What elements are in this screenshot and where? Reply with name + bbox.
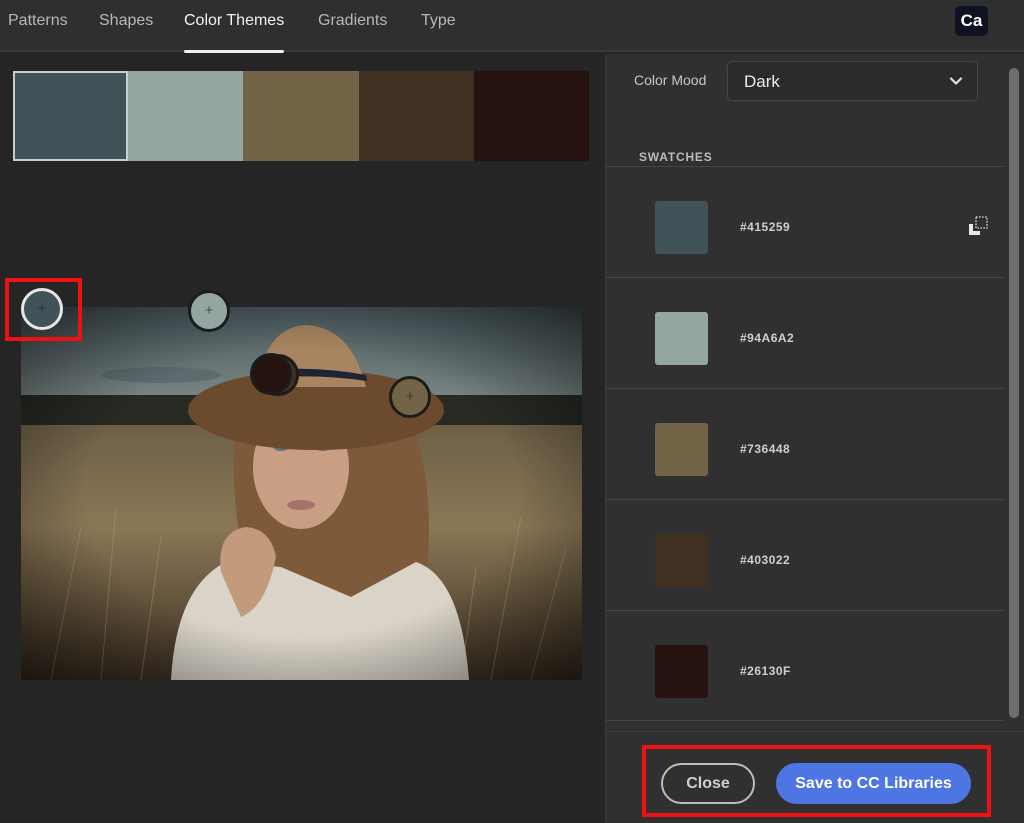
save-to-cc-libraries-button[interactable]: Save to CC Libraries bbox=[776, 763, 971, 804]
color-picker-handle[interactable]: + bbox=[188, 290, 230, 332]
close-button[interactable]: Close bbox=[661, 763, 755, 804]
plus-icon: + bbox=[204, 302, 214, 319]
chevron-down-icon bbox=[949, 77, 963, 85]
swatch-color-chip[interactable] bbox=[655, 312, 708, 365]
dialog-footer: Close Save to CC Libraries bbox=[606, 731, 1024, 823]
palette-swatch[interactable] bbox=[358, 71, 474, 161]
plus-icon: + bbox=[266, 365, 276, 382]
swatch-row: #26130F bbox=[606, 610, 1004, 721]
palette-swatch[interactable] bbox=[473, 71, 590, 161]
swatch-hex[interactable]: #26130F bbox=[740, 664, 791, 678]
palette-swatch[interactable] bbox=[128, 71, 244, 161]
color-picker-handle[interactable]: + bbox=[21, 288, 63, 330]
scrollbar[interactable] bbox=[1009, 68, 1019, 718]
swatch-row: #415259 bbox=[606, 166, 1004, 277]
theme-editor: + + + + + bbox=[0, 54, 605, 823]
tab-gradients[interactable]: Gradients bbox=[318, 11, 387, 52]
color-mood-dropdown[interactable]: Dark bbox=[727, 61, 978, 101]
swatch-list: #415259 #94A6A2 #736448 #403022 #26130F bbox=[606, 166, 1004, 721]
top-nav: Patterns Shapes Color Themes Gradients T… bbox=[0, 0, 1024, 53]
tab-patterns[interactable]: Patterns bbox=[8, 11, 68, 52]
swatch-row: #736448 bbox=[606, 388, 1004, 499]
tab-type[interactable]: Type bbox=[421, 11, 456, 52]
swatch-row: #403022 bbox=[606, 499, 1004, 610]
swatch-color-chip[interactable] bbox=[655, 534, 708, 587]
palette-swatch[interactable] bbox=[243, 71, 359, 161]
color-picker-handle[interactable]: + bbox=[389, 376, 431, 418]
swatch-hex[interactable]: #736448 bbox=[740, 442, 790, 456]
color-mood-value: Dark bbox=[744, 72, 780, 91]
swatches-header: SWATCHES bbox=[639, 150, 713, 164]
plus-icon: + bbox=[37, 300, 47, 317]
color-mood-label: Color Mood bbox=[634, 72, 707, 88]
tab-color-themes[interactable]: Color Themes bbox=[184, 11, 285, 53]
swatch-color-chip[interactable] bbox=[655, 645, 708, 698]
copy-icon[interactable] bbox=[966, 214, 990, 238]
swatch-hex[interactable]: #415259 bbox=[740, 220, 790, 234]
palette-swatch[interactable] bbox=[13, 71, 129, 161]
swatch-hex[interactable]: #403022 bbox=[740, 553, 790, 567]
swatch-color-chip[interactable] bbox=[655, 201, 708, 254]
app-logo: Ca bbox=[955, 6, 988, 36]
tab-shapes[interactable]: Shapes bbox=[99, 11, 153, 52]
source-image bbox=[21, 307, 582, 680]
swatch-hex[interactable]: #94A6A2 bbox=[740, 331, 794, 345]
color-picker-handle[interactable]: + bbox=[250, 353, 292, 395]
plus-icon: + bbox=[405, 388, 415, 405]
swatch-panel: Color Mood Dark SWATCHES #415259 #94A6A2… bbox=[605, 54, 1024, 823]
color-palette bbox=[13, 71, 590, 161]
swatch-color-chip[interactable] bbox=[655, 423, 708, 476]
swatch-row: #94A6A2 bbox=[606, 277, 1004, 388]
